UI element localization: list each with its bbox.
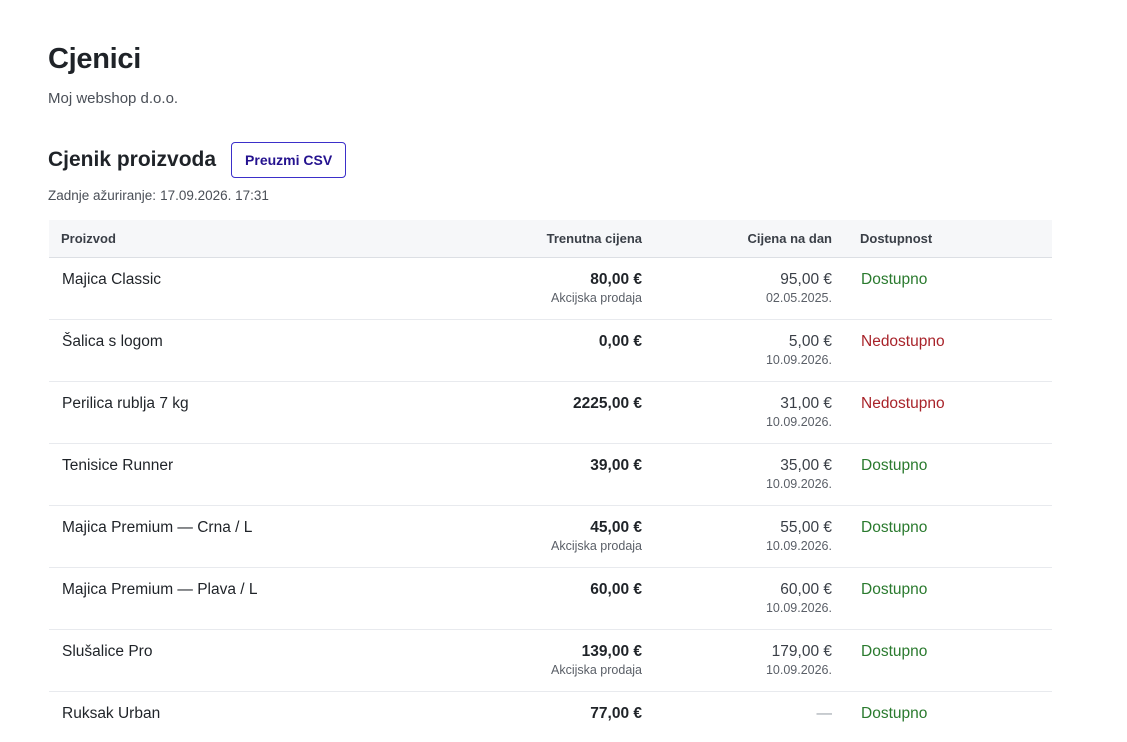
current-price: 45,00 € [590,519,642,536]
price-on-day: 31,00 € [780,395,832,412]
product-name: Majica Premium — Plava / L [49,567,431,630]
availability-status: Dostupno [861,705,928,722]
sale-note: Akcijska prodaja [550,663,642,677]
column-header-current-price: Trenutna cijena [431,220,652,258]
availability-status: Dostupno [848,443,1052,506]
product-name: Tenisice Runner [49,443,431,506]
current-price-cell: 2225,00 € [431,381,652,444]
availability-status: Nedostupno [848,381,1052,444]
last-updated-value: 17.09.2026. 17:31 [160,188,269,203]
availability-status: Dostupno [848,505,1052,568]
current-price: 0,00 € [598,333,642,350]
price-on-day-cell: 5,00 € 10.09.2026. [652,319,848,382]
column-header-price-on-day: Cijena na dan [652,220,848,258]
table-body: Majica Classic 80,00 € Akcijska prodaja 95,… [49,257,1052,742]
availability-status: Dostupno [848,567,1052,630]
price-on-day: 5,00 € [788,333,832,350]
price-list-page: Cjenici Moj webshop d.o.o. Cjenik proizv… [0,0,1127,742]
sale-note: Akcijska prodaja [550,291,642,305]
product-name: Majica Classic [49,257,431,320]
price-on-day: — [816,705,833,722]
price-on-day-cell: 55,00 € 10.09.2026. [652,505,848,568]
current-price-cell: 39,00 € [431,443,652,506]
current-price-cell: 139,00 € Akcijska prodaja [431,629,652,692]
section-header: Cjenik proizvoda Preuzmi CSV [48,142,347,178]
price-date: 02.05.2025. [765,291,832,305]
table-row: Ruksak Urban 77,00 € — Dostupno [49,692,1052,742]
product-name: Slušalice Pro [49,629,431,692]
price-date: 10.09.2026. [765,601,832,615]
price-date: 10.09.2026. [765,477,832,491]
current-price: 2225,00 € [573,395,642,412]
product-name: Ruksak Urban [62,705,161,722]
price-on-day: 60,00 € [780,581,832,598]
product-name: Majica Premium — Crna / L [49,505,431,568]
current-price: 77,00 € [590,705,642,722]
download-csv-button[interactable]: Preuzmi CSV [231,142,347,178]
last-updated: Zadnje ažuriranje: 17.09.2026. 17:31 [48,188,269,203]
column-header-availability: Dostupnost [848,220,1052,258]
price-on-day-cell: 95,00 € 02.05.2025. [652,257,848,320]
current-price: 39,00 € [590,457,642,474]
price-on-day-cell: — [652,692,848,742]
current-price: 60,00 € [590,581,642,598]
availability-status: Nedostupno [848,319,1052,382]
current-price-cell: 80,00 € Akcijska prodaja [431,257,652,320]
last-updated-label: Zadnje ažuriranje: [48,188,157,203]
price-on-day: 179,00 € [771,643,832,660]
column-header-product: Proizvod [49,220,431,258]
table-row: Perilica rublja 7 kg 2225,00 € 31,00 € 10.0… [49,381,1052,444]
current-price-cell: 60,00 € [431,567,652,630]
price-on-day: 55,00 € [780,519,832,536]
page-title: Cjenici [48,43,141,75]
table-row: Slušalice Pro 139,00 € Akcijska prodaja 179… [49,629,1052,692]
company-name: Moj webshop d.o.o. [48,90,179,107]
product-name: Šalica s logom [49,319,431,382]
availability-status: Dostupno [848,629,1052,692]
price-on-day-cell: 60,00 € 10.09.2026. [652,567,848,630]
table-row: Tenisice Runner 39,00 € 35,00 € 10.09.2026.… [49,443,1052,506]
price-date: 10.09.2026. [765,539,832,553]
table-row: Majica Premium — Crna / L 45,00 € Akcijska… [49,505,1052,568]
current-price: 80,00 € [590,271,642,288]
current-price: 139,00 € [581,643,642,660]
current-price-cell: 45,00 € Akcijska prodaja [431,505,652,568]
price-on-day: 35,00 € [780,457,832,474]
price-table: Proizvod Trenutna cijena Cijena na dan D… [49,220,1052,742]
table-row: Majica Premium — Plava / L 60,00 €60,00 €… [49,567,1052,630]
price-on-day-cell: 31,00 € 10.09.2026. [652,381,848,444]
table-row: Majica Classic 80,00 € Akcijska prodaja 95,… [49,257,1052,320]
price-date: 10.09.2026. [765,663,832,677]
price-on-day: 95,00 € [780,271,832,288]
table-header-row: Proizvod Trenutna cijena Cijena na dan D… [49,220,1052,258]
availability-status: Dostupno [848,257,1052,320]
price-date: 10.09.2026. [765,415,832,429]
price-on-day-cell: 179,00 € 10.09.2026. [652,629,848,692]
section-title: Cjenik proizvoda [48,148,217,171]
sale-note: Akcijska prodaja [550,539,642,553]
current-price-cell: 77,00 € [431,692,652,742]
price-date: 10.09.2026. [765,353,832,367]
price-on-day-cell: 35,00 € 10.09.2026. [652,443,848,506]
table-row: Šalica s logom 0,00 € 5,00 € 10.09.2026. Ned… [49,319,1052,382]
product-name: Perilica rublja 7 kg [49,381,431,444]
current-price-cell: 0,00 € [431,319,652,382]
